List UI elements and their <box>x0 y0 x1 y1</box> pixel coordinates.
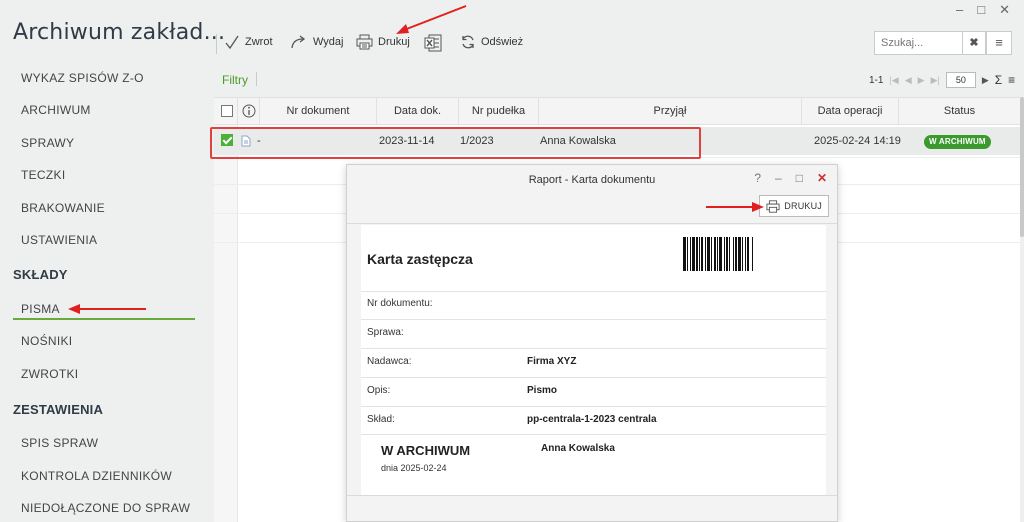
arrow-to-print-button <box>396 5 467 34</box>
arrow-to-dialog-print <box>706 202 764 212</box>
annotation-layer <box>68 5 764 314</box>
arrow-to-pisma <box>68 304 146 314</box>
